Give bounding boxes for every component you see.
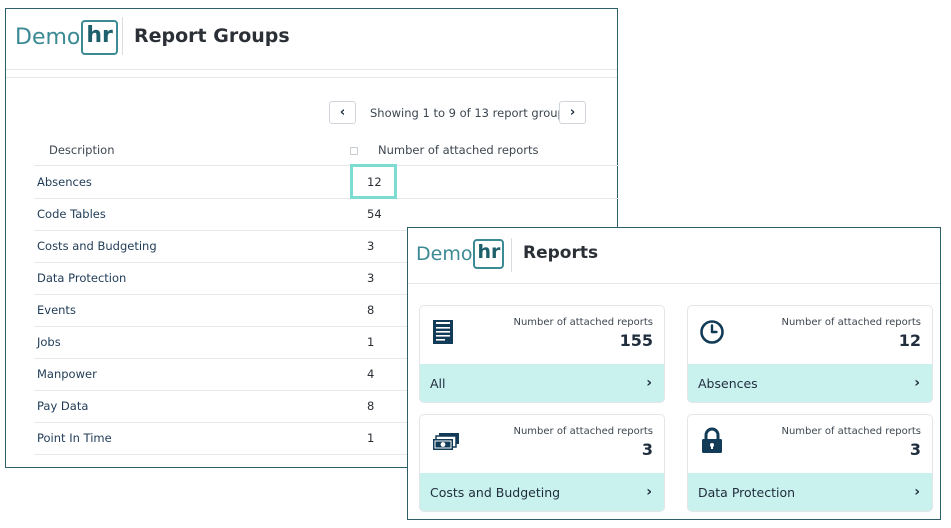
row-count: 3 [367,271,375,285]
card-label: All [430,375,446,391]
attached-reports-count: 3 [909,440,921,459]
highlighted-count: 12 [350,164,397,199]
row-description[interactable]: Costs and Budgeting [37,239,157,253]
card-footer[interactable]: Costs and Budgeting › [420,473,664,511]
card-footer[interactable]: All › [420,364,664,402]
cash-icon [433,433,459,450]
clock-icon [700,320,724,344]
attached-reports-count: 12 [898,331,921,350]
row-count: 4 [367,367,375,381]
row-description[interactable]: Events [37,303,76,317]
pagination-status: Showing 1 to 9 of 13 report groups [370,106,571,120]
report-card-absences[interactable]: Number of attached reports 12 Absences › [687,305,933,403]
attached-reports-count: 155 [619,331,653,350]
row-description[interactable]: Point In Time [37,431,112,445]
chevron-right-icon: › [914,375,920,391]
header-divider [122,17,123,55]
table-row[interactable]: Absences 12 [34,166,619,199]
attached-reports-caption: Number of attached reports [781,317,921,328]
document-icon [433,320,453,344]
logo-demo-text: Demo [15,24,81,50]
column-header-count[interactable]: Number of attached reports [378,143,538,157]
report-card-costs-and-budgeting[interactable]: Number of attached reports 3 Costs and B… [419,414,665,512]
card-footer[interactable]: Absences › [688,364,932,402]
demohr-logo: Demo hr [416,238,505,270]
logo-hr-text: hr [81,19,118,55]
chevron-right-icon: › [646,484,652,500]
attached-reports-caption: Number of attached reports [781,426,921,437]
row-count: 3 [367,239,375,253]
highlighted-count-value: 12 [367,175,382,189]
row-description[interactable]: Code Tables [37,207,106,221]
header-rule [408,283,940,284]
attached-reports-caption: Number of attached reports [513,317,653,328]
card-label: Data Protection [698,484,796,500]
header-rule-2 [6,77,617,78]
lock-icon [702,427,722,453]
report-card-all[interactable]: Number of attached reports 155 All › [419,305,665,403]
row-description[interactable]: Manpower [37,367,97,381]
attached-reports-caption: Number of attached reports [513,426,653,437]
row-description[interactable]: Absences [37,175,92,189]
header-divider [511,238,512,272]
card-label: Absences [698,375,758,391]
row-description[interactable]: Data Protection [37,271,126,285]
logo-hr-text: hr [473,239,505,269]
page-title: Reports [523,243,599,263]
card-footer[interactable]: Data Protection › [688,473,932,511]
sort-icon[interactable] [350,147,358,155]
next-page-button[interactable]: › [559,101,586,124]
card-label: Costs and Budgeting [430,484,561,500]
row-count: 8 [367,303,375,317]
header-rule [6,69,617,70]
page-title: Report Groups [134,25,290,47]
reports-window: Demo hr Reports Number of attached report… [407,227,941,520]
row-count: 1 [367,431,375,445]
row-count: 8 [367,399,375,413]
chevron-right-icon: › [914,484,920,500]
row-count: 54 [367,207,382,221]
logo-demo-text: Demo [416,243,473,265]
row-count: 1 [367,335,375,349]
prev-page-button[interactable]: ‹ [329,101,356,124]
row-description[interactable]: Jobs [37,335,61,349]
chevron-right-icon: › [646,375,652,391]
column-header-description[interactable]: Description [49,143,115,157]
demohr-logo: Demo hr [15,19,118,55]
report-card-data-protection[interactable]: Number of attached reports 3 Data Protec… [687,414,933,512]
attached-reports-count: 3 [641,440,653,459]
row-description[interactable]: Pay Data [37,399,88,413]
